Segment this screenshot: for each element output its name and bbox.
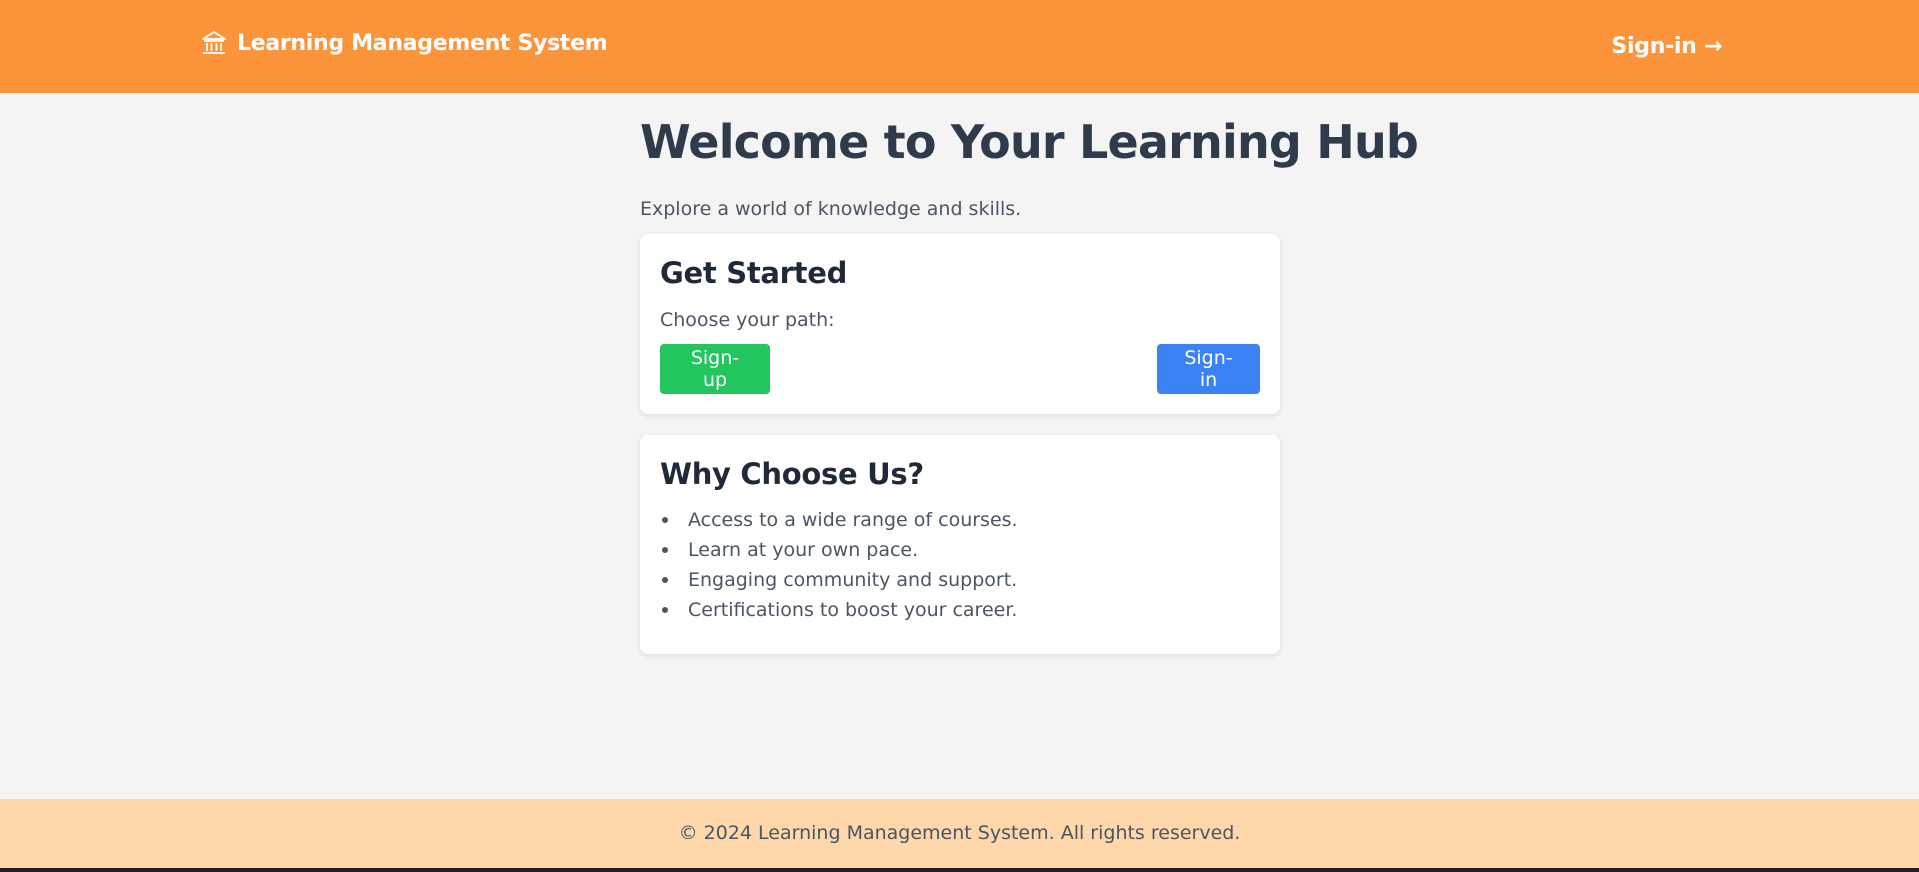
page-title: Welcome to Your Learning Hub [640,115,1419,169]
window-bottom-edge [0,868,1919,872]
footer-text: © 2024 Learning Management System. All r… [678,822,1241,844]
nav-signin-link[interactable]: Sign-in → [1611,34,1722,59]
signin-button[interactable]: Sign-in [1157,344,1260,394]
feature-text: Certifications to boost your career. [688,599,1018,621]
list-item: Engaging community and support. [660,565,1018,595]
bullet-icon [662,547,668,553]
page-subtitle: Explore a world of knowledge and skills. [640,198,1022,220]
feature-text: Access to a wide range of courses. [688,509,1018,531]
footer: © 2024 Learning Management System. All r… [0,799,1919,868]
choose-path-text: Choose your path: [660,309,835,331]
bullet-icon [662,577,668,583]
feature-text: Engaging community and support. [688,569,1018,591]
list-item: Certifications to boost your career. [660,595,1018,625]
brand[interactable]: Learning Management System [201,30,608,56]
institution-icon [201,30,227,56]
features-list: Access to a wide range of courses. Learn… [660,505,1018,625]
bullet-icon [662,517,668,523]
feature-text: Learn at your own pace. [688,539,919,561]
get-started-title: Get Started [660,256,848,290]
why-choose-title: Why Choose Us? [660,457,924,491]
bullet-icon [662,607,668,613]
list-item: Access to a wide range of courses. [660,505,1018,535]
why-choose-card: Why Choose Us? Access to a wide range of… [640,435,1280,654]
signup-button[interactable]: Sign-up [660,344,770,394]
top-navbar: Learning Management System Sign-in → [0,0,1919,93]
brand-label: Learning Management System [237,30,608,56]
list-item: Learn at your own pace. [660,535,1018,565]
get-started-card: Get Started Choose your path: Sign-up Si… [640,234,1280,414]
